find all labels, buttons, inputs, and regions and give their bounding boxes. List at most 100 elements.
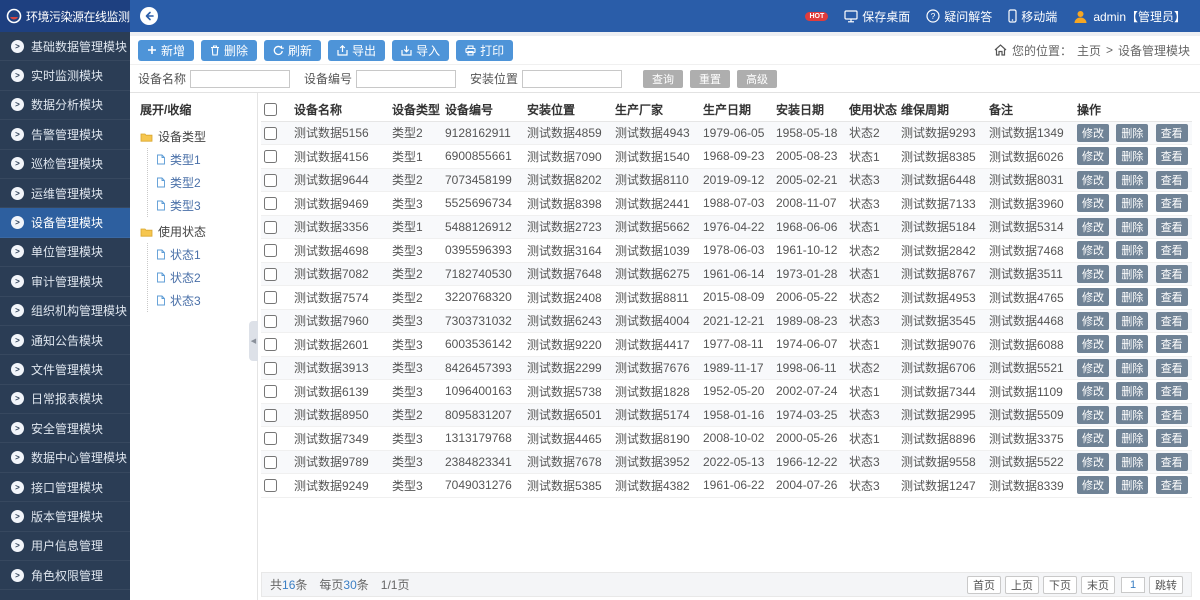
row-view-button[interactable]: 查看 <box>1156 288 1188 306</box>
prev-page-button[interactable]: 上页 <box>1005 576 1039 594</box>
row-delete-button[interactable]: 删除 <box>1116 124 1148 142</box>
sidebar-item[interactable]: 巡检管理模块 <box>0 150 130 179</box>
row-view-button[interactable]: 查看 <box>1156 124 1188 142</box>
row-edit-button[interactable]: 修改 <box>1077 429 1109 447</box>
row-edit-button[interactable]: 修改 <box>1077 265 1109 283</box>
row-edit-button[interactable]: 修改 <box>1077 147 1109 165</box>
row-delete-button[interactable]: 删除 <box>1116 429 1148 447</box>
add-button[interactable]: 新增 <box>138 40 194 61</box>
breadcrumb-home[interactable]: 主页 <box>1077 42 1101 59</box>
row-checkbox[interactable] <box>264 456 277 469</box>
faq-link[interactable]: ? 疑问解答 <box>926 8 992 25</box>
query-button[interactable]: 查询 <box>643 70 683 88</box>
sidebar-item[interactable]: 组织机构管理模块 <box>0 297 130 326</box>
sidebar-item[interactable]: 接口管理模块 <box>0 473 130 502</box>
row-delete-button[interactable]: 删除 <box>1116 265 1148 283</box>
reset-button[interactable]: 重置 <box>690 70 730 88</box>
row-edit-button[interactable]: 修改 <box>1077 406 1109 424</box>
row-view-button[interactable]: 查看 <box>1156 171 1188 189</box>
sidebar-item[interactable]: 审计管理模块 <box>0 267 130 296</box>
sidebar-item[interactable]: 数据分析模块 <box>0 91 130 120</box>
tree-group-device-type[interactable]: 设备类型 <box>140 125 257 148</box>
tree-collapse-handle[interactable] <box>249 321 258 361</box>
row-edit-button[interactable]: 修改 <box>1077 359 1109 377</box>
row-checkbox[interactable] <box>264 127 277 140</box>
row-checkbox[interactable] <box>264 409 277 422</box>
print-button[interactable]: 打印 <box>456 40 513 61</box>
first-page-button[interactable]: 首页 <box>967 576 1001 594</box>
row-view-button[interactable]: 查看 <box>1156 429 1188 447</box>
row-checkbox[interactable] <box>264 268 277 281</box>
row-edit-button[interactable]: 修改 <box>1077 194 1109 212</box>
sidebar-item[interactable]: 单位管理模块 <box>0 238 130 267</box>
row-delete-button[interactable]: 删除 <box>1116 171 1148 189</box>
row-delete-button[interactable]: 删除 <box>1116 312 1148 330</box>
row-checkbox[interactable] <box>264 479 277 492</box>
mobile-link[interactable]: 移动端 <box>1008 8 1057 25</box>
row-edit-button[interactable]: 修改 <box>1077 171 1109 189</box>
row-edit-button[interactable]: 修改 <box>1077 335 1109 353</box>
row-delete-button[interactable]: 删除 <box>1116 241 1148 259</box>
tree-leaf[interactable]: 状态3 <box>156 289 257 312</box>
sidebar-item[interactable]: 通知公告模块 <box>0 326 130 355</box>
row-view-button[interactable]: 查看 <box>1156 406 1188 424</box>
row-checkbox[interactable] <box>264 291 277 304</box>
row-delete-button[interactable]: 删除 <box>1116 476 1148 494</box>
sidebar-item[interactable]: 告警管理模块 <box>0 120 130 149</box>
install-location-input[interactable] <box>522 70 622 88</box>
page-jump-button[interactable]: 跳转 <box>1149 576 1183 594</box>
row-view-button[interactable]: 查看 <box>1156 359 1188 377</box>
import-button[interactable]: 导入 <box>392 40 449 61</box>
sidebar-item[interactable]: 文件管理模块 <box>0 355 130 384</box>
page-jump-input[interactable] <box>1121 577 1145 593</box>
row-view-button[interactable]: 查看 <box>1156 265 1188 283</box>
tree-group-use-status[interactable]: 使用状态 <box>140 220 257 243</box>
row-checkbox[interactable] <box>264 432 277 445</box>
sidebar-item[interactable]: 版本管理模块 <box>0 502 130 531</box>
row-delete-button[interactable]: 删除 <box>1116 194 1148 212</box>
row-checkbox[interactable] <box>264 385 277 398</box>
sidebar-item[interactable]: 数据中心管理模块 <box>0 443 130 472</box>
sidebar-item[interactable]: 用户信息管理 <box>0 532 130 561</box>
row-view-button[interactable]: 查看 <box>1156 453 1188 471</box>
row-view-button[interactable]: 查看 <box>1156 194 1188 212</box>
row-checkbox[interactable] <box>264 174 277 187</box>
row-delete-button[interactable]: 删除 <box>1116 288 1148 306</box>
device-name-input[interactable] <box>190 70 290 88</box>
select-all-checkbox[interactable] <box>264 103 277 116</box>
row-checkbox[interactable] <box>264 197 277 210</box>
row-checkbox[interactable] <box>264 315 277 328</box>
row-edit-button[interactable]: 修改 <box>1077 218 1109 236</box>
row-checkbox[interactable] <box>264 150 277 163</box>
sidebar-item[interactable]: 实时监测模块 <box>0 61 130 90</box>
row-delete-button[interactable]: 删除 <box>1116 335 1148 353</box>
row-view-button[interactable]: 查看 <box>1156 147 1188 165</box>
row-delete-button[interactable]: 删除 <box>1116 382 1148 400</box>
refresh-button[interactable]: 刷新 <box>264 40 321 61</box>
row-delete-button[interactable]: 删除 <box>1116 147 1148 165</box>
row-edit-button[interactable]: 修改 <box>1077 288 1109 306</box>
sidebar-item[interactable]: 运维管理模块 <box>0 179 130 208</box>
sidebar-item[interactable]: 日常报表模块 <box>0 385 130 414</box>
row-view-button[interactable]: 查看 <box>1156 312 1188 330</box>
row-delete-button[interactable]: 删除 <box>1116 359 1148 377</box>
row-edit-button[interactable]: 修改 <box>1077 476 1109 494</box>
row-view-button[interactable]: 查看 <box>1156 382 1188 400</box>
device-code-input[interactable] <box>356 70 456 88</box>
tree-leaf[interactable]: 状态2 <box>156 266 257 289</box>
tree-leaf[interactable]: 类型2 <box>156 171 257 194</box>
row-checkbox[interactable] <box>264 221 277 234</box>
row-checkbox[interactable] <box>264 244 277 257</box>
tree-leaf[interactable]: 状态1 <box>156 243 257 266</box>
last-page-button[interactable]: 末页 <box>1081 576 1115 594</box>
export-button[interactable]: 导出 <box>328 40 385 61</box>
row-edit-button[interactable]: 修改 <box>1077 453 1109 471</box>
row-view-button[interactable]: 查看 <box>1156 241 1188 259</box>
save-desktop-link[interactable]: 保存桌面 <box>844 8 910 25</box>
tree-leaf[interactable]: 类型3 <box>156 194 257 217</box>
tree-leaf[interactable]: 类型1 <box>156 148 257 171</box>
row-view-button[interactable]: 查看 <box>1156 476 1188 494</box>
sidebar-item[interactable]: 基础数据管理模块 <box>0 32 130 61</box>
row-delete-button[interactable]: 删除 <box>1116 218 1148 236</box>
back-arrow-icon[interactable] <box>140 7 158 25</box>
